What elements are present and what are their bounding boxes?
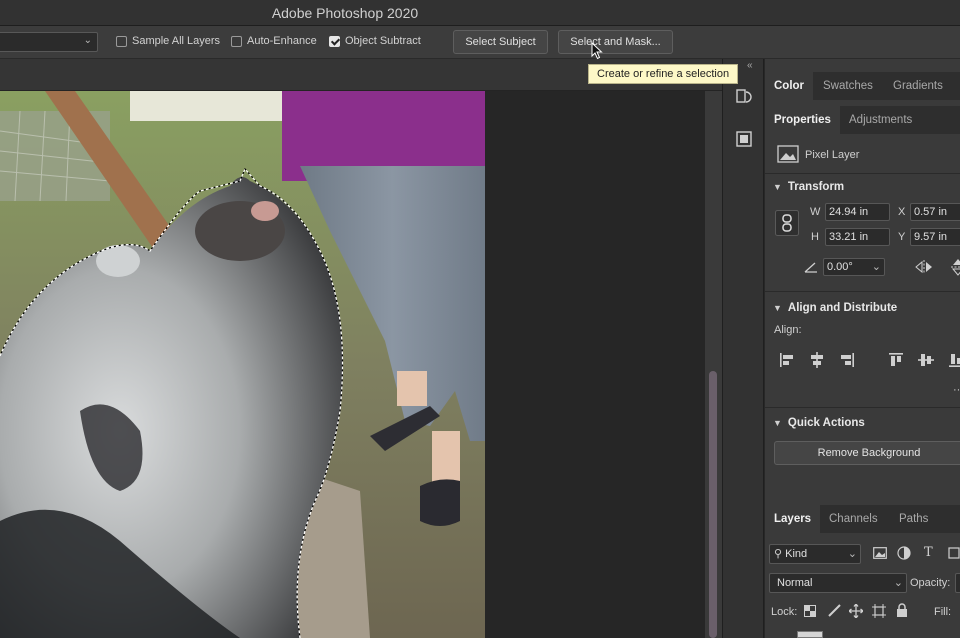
checkbox-box-checked[interactable]	[329, 35, 340, 47]
tab-color[interactable]: Color	[765, 72, 814, 100]
height-label: H	[811, 231, 819, 243]
blend-mode-select[interactable]: Normal ⌄	[769, 573, 907, 593]
tab-adjustments[interactable]: Adjustments	[840, 106, 921, 134]
right-panel: « Color Swatches Gradients Properties Ad…	[747, 59, 960, 638]
flip-vertical-icon[interactable]	[951, 258, 960, 276]
width-label: W	[810, 206, 821, 218]
mouse-cursor-icon	[591, 42, 603, 60]
chevron-down-icon[interactable]: ⌄	[872, 259, 881, 275]
align-right-edges-icon[interactable]	[839, 352, 855, 368]
remove-background-button[interactable]: Remove Background	[774, 441, 960, 465]
angle-value: 0.00°	[827, 261, 853, 273]
color-tab-group: Color Swatches Gradients	[765, 72, 960, 100]
layers-tab-group: Layers Channels Paths	[765, 505, 960, 533]
angle-field[interactable]: 0.00° ⌄	[823, 258, 885, 276]
y-field[interactable]: 9.57 in	[910, 228, 960, 246]
auto-enhance-label: Auto-Enhance	[247, 35, 317, 47]
collapse-panels-icon[interactable]: «	[747, 60, 753, 71]
chevron-down-icon: ⌄	[893, 577, 903, 589]
filter-pixel-layers-icon[interactable]	[873, 547, 887, 559]
sample-all-layers-checkbox[interactable]: Sample All Layers	[116, 35, 220, 47]
divider	[765, 291, 960, 292]
disclosure-triangle-icon[interactable]: ▼	[773, 303, 782, 313]
layer-filter-select[interactable]: ⚲ Kind ⌄	[769, 544, 861, 564]
layer-kind-label: Pixel Layer	[805, 149, 860, 161]
flip-horizontal-icon[interactable]	[915, 260, 933, 274]
angle-icon	[804, 262, 817, 273]
chevron-down-icon: ⌄	[847, 548, 857, 560]
width-field[interactable]: 24.94 in	[825, 203, 890, 221]
divider	[765, 407, 960, 408]
align-label: Align:	[774, 324, 802, 336]
sample-all-layers-label: Sample All Layers	[132, 35, 221, 47]
quick-actions-section-header[interactable]: ▼ Quick Actions	[773, 417, 865, 429]
y-label: Y	[898, 231, 906, 243]
lock-label: Lock:	[771, 606, 798, 618]
scrollbar-thumb[interactable]	[709, 371, 717, 638]
pig-photo-image	[0, 91, 485, 638]
divider	[765, 173, 960, 174]
align-bottom-edges-icon[interactable]	[948, 352, 960, 368]
app-title: Adobe Photoshop 2020	[271, 5, 419, 21]
select-and-mask-button[interactable]: Select and Mask...	[558, 30, 673, 54]
filter-shape-layers-icon[interactable]	[948, 546, 960, 560]
selection-mode-select[interactable]: ⌄	[0, 32, 98, 52]
filter-type-layers-icon[interactable]: T	[924, 545, 933, 560]
opacity-label: Opacity:	[910, 577, 951, 589]
blend-mode-value: Normal	[777, 577, 813, 589]
checkbox-box[interactable]	[116, 35, 127, 47]
properties-tab-group: Properties Adjustments	[765, 106, 960, 134]
tooltip: Create or refine a selection	[588, 64, 739, 84]
layer-filter-value: Kind	[785, 548, 808, 560]
opacity-field[interactable]	[955, 573, 960, 593]
select-subject-button[interactable]: Select Subject	[453, 30, 548, 54]
options-bar: ⌄ Sample All Layers Auto-Enhance Object …	[0, 26, 960, 59]
title-bar: Adobe Photoshop 2020	[0, 0, 960, 26]
canvas-area[interactable]	[0, 91, 705, 638]
align-top-edges-icon[interactable]	[888, 352, 904, 368]
lock-artboard-icon[interactable]	[872, 604, 886, 618]
align-vertical-centers-icon[interactable]	[918, 352, 934, 368]
history-icon[interactable]	[734, 87, 754, 107]
lock-position-icon[interactable]	[849, 604, 863, 618]
pixel-layer-icon	[777, 145, 799, 163]
search-icon: ⚲	[774, 548, 783, 560]
canvas-vertical-scrollbar[interactable]	[705, 91, 722, 638]
transform-section-header[interactable]: ▼ Transform	[773, 181, 844, 193]
align-horizontal-centers-icon[interactable]	[809, 352, 825, 368]
object-subtract-label: Object Subtract	[345, 35, 421, 47]
tab-swatches[interactable]: Swatches	[814, 72, 882, 100]
tab-paths[interactable]: Paths	[890, 505, 937, 533]
lock-image-pixels-icon[interactable]	[827, 604, 841, 618]
more-options-icon[interactable]: ···	[953, 384, 960, 396]
filter-adjustment-layers-icon[interactable]	[897, 546, 911, 560]
link-dimensions-icon[interactable]	[775, 210, 799, 236]
tab-channels[interactable]: Channels	[820, 505, 887, 533]
chevron-down-icon: ⌄	[83, 35, 92, 46]
align-left-edges-icon[interactable]	[779, 352, 795, 368]
tab-properties[interactable]: Properties	[765, 106, 840, 134]
photo-canvas[interactable]	[0, 91, 485, 638]
align-distribute-section-header[interactable]: ▼ Align and Distribute	[773, 302, 897, 314]
tab-layers[interactable]: Layers	[765, 505, 821, 533]
auto-enhance-checkbox[interactable]: Auto-Enhance	[231, 35, 317, 47]
x-label: X	[898, 206, 906, 218]
fill-label: Fill:	[934, 606, 952, 618]
tab-gradients[interactable]: Gradients	[884, 72, 952, 100]
lock-transparent-pixels-icon[interactable]	[804, 605, 816, 617]
disclosure-triangle-icon[interactable]: ▼	[773, 418, 782, 428]
disclosure-triangle-icon[interactable]: ▼	[773, 182, 782, 192]
artboard-icon[interactable]	[734, 129, 754, 149]
lock-all-icon[interactable]	[896, 603, 908, 618]
x-field[interactable]: 0.57 in	[910, 203, 960, 221]
panel-icon-strip	[722, 59, 764, 638]
layer-thumbnail[interactable]	[797, 631, 823, 638]
object-subtract-checkbox[interactable]: Object Subtract	[329, 35, 421, 47]
checkbox-box[interactable]	[231, 35, 242, 47]
height-field[interactable]: 33.21 in	[825, 228, 890, 246]
